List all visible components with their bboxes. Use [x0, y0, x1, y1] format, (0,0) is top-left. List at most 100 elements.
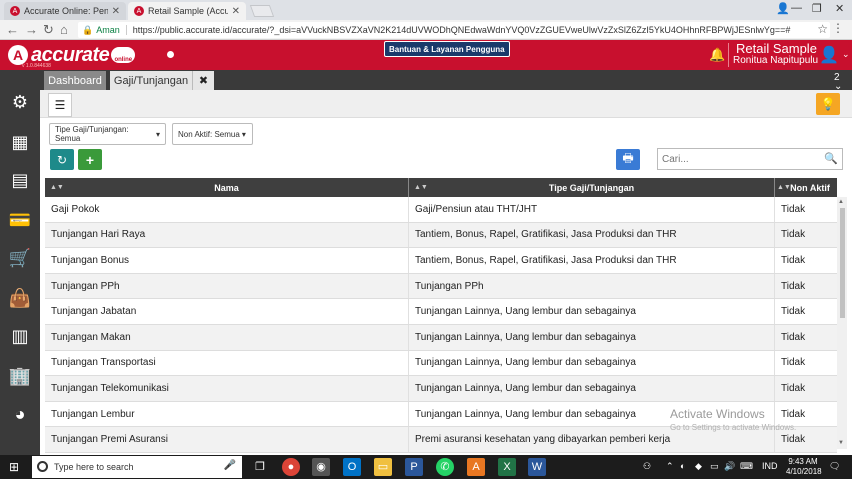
modules-grid-icon[interactable]: ▦	[8, 130, 32, 154]
shopping-bag-icon[interactable]: 👜	[8, 286, 32, 310]
bookmark-star-icon[interactable]: ☆	[817, 22, 828, 36]
user-avatar-icon[interactable]: 👤	[818, 45, 840, 65]
user-name[interactable]: Ronitua Napitupulu	[733, 55, 818, 66]
tray-app-icon[interactable]: ◐	[680, 461, 685, 471]
settings-gear-icon[interactable]: ⚙	[8, 90, 32, 114]
reload-icon[interactable]: ↻	[43, 22, 54, 38]
outlook-icon[interactable]: O	[343, 458, 361, 476]
file-explorer-icon[interactable]: ▭	[374, 458, 392, 476]
close-window-icon[interactable]: ✕	[835, 2, 844, 15]
column-header-tipe[interactable]: ▲▼ Tipe Gaji/Tunjangan	[409, 178, 775, 197]
assets-icon[interactable]: 🏢	[8, 364, 32, 388]
profile-icon[interactable]: 👤	[776, 2, 790, 15]
browser-tab-active[interactable]: A Retail Sample (Accurate ✕	[128, 2, 246, 20]
cell-tipe: Tantiem, Bonus, Rapel, Gratifikasi, Jasa…	[409, 222, 775, 248]
whatsapp-icon[interactable]: ✆	[436, 458, 454, 476]
table-row[interactable]: Tunjangan Jabatan Tunjangan Lainnya, Uang…	[45, 299, 837, 325]
cart-icon[interactable]: 🛒	[8, 246, 32, 270]
refresh-button[interactable]: ↻	[50, 149, 74, 170]
table-row[interactable]: Tunjangan Telekomunikasi Tunjangan Lainny…	[45, 376, 837, 402]
scroll-up-icon[interactable]: ▲	[838, 199, 844, 205]
word-icon[interactable]: W	[528, 458, 546, 476]
type-filter-dropdown[interactable]: Tipe Gaji/Tunjangan: Semua ▾	[49, 123, 166, 145]
forward-icon[interactable]: →	[25, 22, 38, 37]
sort-icon[interactable]: ▲▼	[50, 184, 64, 191]
cell-tipe: Tunjangan PPh	[409, 273, 775, 299]
sort-icon[interactable]: ▲▼	[777, 184, 791, 191]
activate-windows-title: Activate Windows	[670, 407, 765, 421]
new-tab-button[interactable]	[249, 5, 275, 17]
chevron-down-icon: ▾	[155, 129, 160, 139]
scrollbar-thumb[interactable]	[840, 208, 845, 318]
back-icon[interactable]: ←	[6, 22, 19, 37]
reports-pie-icon[interactable]: ◕	[8, 402, 32, 426]
add-button[interactable]: +	[78, 149, 102, 170]
taskbar-search[interactable]: Type here to search 🎤	[32, 456, 242, 478]
list-view-button[interactable]: ☰	[48, 93, 72, 117]
notification-icon[interactable]: 🗨	[829, 461, 840, 472]
cell-tipe: Tunjangan Lainnya, Uang lembur dan sebag…	[409, 350, 775, 376]
tips-button[interactable]: 💡	[816, 93, 840, 115]
url-field[interactable]: 🔒 Aman https://public.accurate.id/accura…	[78, 22, 830, 38]
browser-tab[interactable]: A Accurate Online: Pengat ✕	[4, 2, 126, 20]
cell-non-aktif: Tidak	[781, 280, 806, 292]
close-tab-icon[interactable]: ✕	[232, 6, 240, 17]
table-row[interactable]: Tunjangan PPh Tunjangan PPh Tidak	[45, 273, 837, 300]
table-row[interactable]: Tunjangan Transportasi Tunjangan Lainnya,…	[45, 350, 837, 377]
accurate-app-icon[interactable]: A	[467, 458, 485, 476]
search-icon[interactable]: 🔍	[824, 152, 838, 165]
tab-dashboard[interactable]: Dashboard	[44, 71, 106, 90]
close-tab-icon[interactable]: ✕	[112, 6, 120, 17]
tab-count[interactable]: 2 ⌄	[834, 72, 842, 92]
column-header-non-aktif[interactable]: ▲▼ Non Aktif	[775, 178, 837, 197]
volume-icon[interactable]: 🔊	[724, 461, 735, 472]
column-header-label: Non Aktif	[790, 182, 830, 193]
cashbank-icon[interactable]: ▤	[8, 168, 32, 192]
chevron-down-icon[interactable]: ⌄	[842, 49, 850, 60]
microphone-icon[interactable]: 🎤	[224, 460, 236, 471]
people-icon[interactable]: ⚇	[643, 461, 651, 472]
scroll-down-icon[interactable]: ▼	[838, 440, 844, 446]
list-icon: ☰	[54, 98, 66, 112]
minimize-icon[interactable]: —	[791, 2, 802, 14]
wallet-icon[interactable]: 💳	[8, 208, 32, 232]
table-row[interactable]: Tunjangan Makan Tunjangan Lainnya, Uang l…	[45, 324, 837, 351]
print-button[interactable]: 🖶	[616, 149, 640, 170]
table-header: ▲▼ Nama ▲▼ Tipe Gaji/Tunjangan ▲▼ Non Ak…	[45, 178, 837, 197]
chrome-icon[interactable]: ●	[282, 458, 300, 476]
browser-app-icon[interactable]: ◉	[312, 458, 330, 476]
company-name[interactable]: Retail Sample	[736, 42, 817, 55]
restore-icon[interactable]: ❐	[812, 2, 822, 15]
inactive-filter-dropdown[interactable]: Non Aktif: Semua ▾	[172, 123, 253, 145]
close-tab-button[interactable]: ✖	[192, 71, 214, 90]
inventory-icon[interactable]: ▥	[8, 324, 32, 348]
table-row[interactable]: Gaji Pokok Gaji/Pensiun atau THT/JHT Tidak	[45, 197, 837, 223]
cell-non-aktif: Tidak	[781, 331, 806, 343]
home-icon[interactable]: ⌂	[60, 22, 68, 37]
search-input[interactable]	[662, 153, 822, 165]
column-header-nama[interactable]: ▲▼ Nama	[45, 178, 409, 197]
column-header-label: Tipe Gaji/Tunjangan	[548, 182, 635, 193]
language-indicator[interactable]: IND	[762, 461, 778, 471]
keyboard-icon[interactable]: ⌨	[740, 461, 753, 472]
windows-start-icon[interactable]: ⊞	[9, 461, 21, 473]
sort-icon[interactable]: ▲▼	[414, 184, 428, 191]
browser-menu-icon[interactable]: ⋮	[832, 21, 844, 35]
cell-nama: Tunjangan Jabatan	[45, 299, 409, 324]
task-view-icon[interactable]: ❐	[251, 458, 269, 476]
dropbox-icon[interactable]: ◆	[695, 461, 702, 472]
browser-tab-title: Retail Sample (Accurate	[148, 6, 228, 16]
excel-icon[interactable]: X	[498, 458, 516, 476]
tab-gaji-tunjangan[interactable]: Gaji/Tunjangan	[110, 71, 192, 90]
search-box: 🔍	[657, 148, 843, 170]
table-row[interactable]: Tunjangan Bonus Tantiem, Bonus, Rapel, Gr…	[45, 248, 837, 274]
cell-nama: Tunjangan Premi Asuransi	[45, 427, 409, 452]
photoshop-icon[interactable]: P	[405, 458, 423, 476]
tab-count-number: 2	[834, 72, 840, 83]
table-row[interactable]: Tunjangan Hari Raya Tantiem, Bonus, Rapel…	[45, 222, 837, 249]
network-icon[interactable]: ▭	[710, 461, 719, 472]
clock[interactable]: 9:43 AM 4/10/2018	[786, 457, 822, 477]
help-button[interactable]: Bantuan & Layanan Pengguna	[384, 41, 510, 57]
bell-icon[interactable]: 🔔	[709, 47, 725, 63]
chevron-up-icon[interactable]: ⌃	[666, 461, 674, 472]
